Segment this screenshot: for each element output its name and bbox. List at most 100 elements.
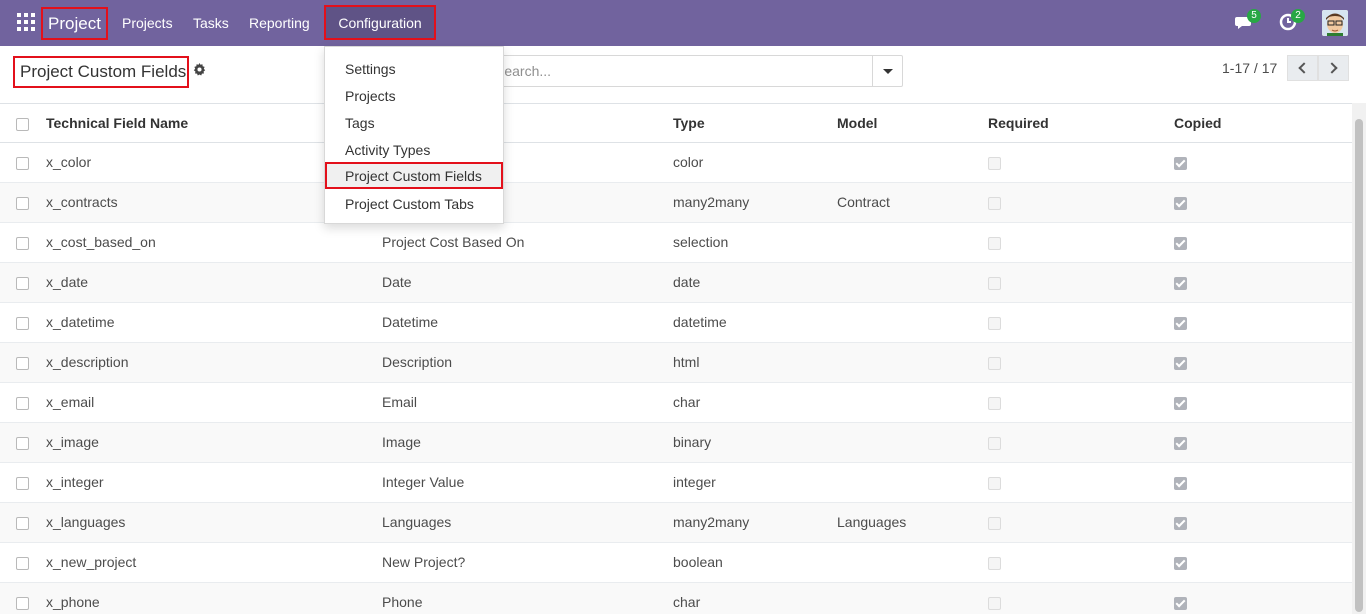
table-row[interactable]: x_phone Phone char: [0, 582, 1352, 614]
cell-type: datetime: [673, 302, 837, 343]
cell-technical-name: x_languages: [46, 502, 382, 543]
pager-previous-button[interactable]: [1287, 55, 1318, 81]
menu-tasks[interactable]: Tasks: [193, 0, 229, 46]
cell-label: Date: [382, 262, 673, 303]
table-row[interactable]: x_date Date date: [0, 262, 1352, 303]
cell-required: [988, 182, 1174, 223]
cell-required: [988, 342, 1174, 383]
cell-model: [837, 262, 988, 303]
row-select-checkbox[interactable]: [16, 396, 29, 410]
copied-checkbox: [1174, 476, 1187, 490]
row-select-cell: [0, 542, 46, 583]
column-required[interactable]: Required: [988, 104, 1174, 143]
cell-technical-name: x_email: [46, 382, 382, 423]
column-type[interactable]: Type: [673, 104, 837, 143]
cell-technical-name: x_new_project: [46, 542, 382, 583]
scrollbar-thumb[interactable]: [1355, 119, 1363, 612]
table-row[interactable]: x_description Description html: [0, 342, 1352, 383]
copied-checkbox: [1174, 556, 1187, 570]
cell-required: [988, 382, 1174, 423]
apps-menu-icon[interactable]: [17, 13, 35, 31]
search-options-toggle[interactable]: [872, 56, 902, 86]
row-select-checkbox[interactable]: [16, 356, 29, 370]
cell-type: date: [673, 262, 837, 303]
required-checkbox: [988, 396, 1001, 410]
menu-configuration[interactable]: Configuration: [324, 5, 436, 40]
copied-checkbox: [1174, 356, 1187, 370]
messages-icon[interactable]: 5: [1235, 9, 1261, 32]
copied-checkbox: [1174, 596, 1187, 610]
required-checkbox: [988, 276, 1001, 290]
table-row[interactable]: x_color color: [0, 142, 1352, 183]
row-select-cell: [0, 462, 46, 503]
app-brand[interactable]: Project: [41, 7, 108, 40]
row-select-cell: [0, 582, 46, 614]
table-row[interactable]: x_datetime Datetime datetime: [0, 302, 1352, 343]
cell-technical-name: x_description: [46, 342, 382, 383]
cell-model: [837, 342, 988, 383]
cell-label: Image: [382, 422, 673, 463]
gear-icon[interactable]: [193, 63, 206, 76]
cell-model: [837, 302, 988, 343]
cell-copied: [1174, 542, 1352, 583]
user-avatar[interactable]: [1322, 10, 1348, 36]
cell-technical-name: x_date: [46, 262, 382, 303]
table-row[interactable]: x_email Email char: [0, 382, 1352, 423]
config-menu-projects[interactable]: Projects: [325, 82, 503, 109]
column-model[interactable]: Model: [837, 104, 988, 143]
cell-copied: [1174, 222, 1352, 263]
row-select-cell: [0, 142, 46, 183]
caret-down-icon: [882, 68, 893, 74]
config-menu-activity-types[interactable]: Activity Types: [325, 136, 503, 163]
cell-label: Datetime: [382, 302, 673, 343]
row-select-checkbox[interactable]: [16, 556, 29, 570]
cell-model: [837, 382, 988, 423]
cell-technical-name: x_image: [46, 422, 382, 463]
required-checkbox: [988, 516, 1001, 530]
row-select-checkbox[interactable]: [16, 276, 29, 290]
cell-required: [988, 502, 1174, 543]
row-select-checkbox[interactable]: [16, 196, 29, 210]
row-select-checkbox[interactable]: [16, 516, 29, 530]
required-checkbox: [988, 556, 1001, 570]
cell-copied: [1174, 382, 1352, 423]
config-menu-project-custom-fields[interactable]: Project Custom Fields: [325, 162, 503, 189]
required-checkbox: [988, 156, 1001, 170]
cell-type: many2many: [673, 182, 837, 223]
vertical-scrollbar[interactable]: [1352, 103, 1366, 614]
pager-next-button[interactable]: [1318, 55, 1349, 81]
pager-value[interactable]: 1-17 / 17: [1222, 60, 1277, 76]
table-row[interactable]: x_integer Integer Value integer: [0, 462, 1352, 503]
config-menu-tags[interactable]: Tags: [325, 109, 503, 136]
cell-type: char: [673, 382, 837, 423]
cell-label: New Project?: [382, 542, 673, 583]
row-select-checkbox[interactable]: [16, 236, 29, 250]
menu-reporting[interactable]: Reporting: [249, 0, 310, 46]
row-select-checkbox[interactable]: [16, 156, 29, 170]
required-checkbox: [988, 476, 1001, 490]
table-row[interactable]: x_languages Languages many2many Languages: [0, 502, 1352, 543]
menu-projects[interactable]: Projects: [122, 0, 173, 46]
config-menu-project-custom-tabs[interactable]: Project Custom Tabs: [325, 190, 503, 217]
select-all-checkbox[interactable]: [16, 117, 29, 131]
cell-model: Languages: [837, 502, 988, 543]
breadcrumb: Project Custom Fields: [13, 56, 189, 88]
cell-model: [837, 542, 988, 583]
activities-icon[interactable]: 2: [1279, 9, 1305, 32]
cell-label: Description: [382, 342, 673, 383]
cell-technical-name: x_phone: [46, 582, 382, 614]
cell-technical-name: x_datetime: [46, 302, 382, 343]
copied-checkbox: [1174, 236, 1187, 250]
table-row[interactable]: x_image Image binary: [0, 422, 1352, 463]
row-select-checkbox[interactable]: [16, 436, 29, 450]
table-row[interactable]: x_cost_based_on Project Cost Based On sele…: [0, 222, 1352, 263]
cell-type: char: [673, 582, 837, 614]
row-select-checkbox[interactable]: [16, 596, 29, 610]
row-select-checkbox[interactable]: [16, 316, 29, 330]
top-navbar: Project Projects Tasks Reporting Configu…: [0, 0, 1366, 46]
config-menu-settings[interactable]: Settings: [325, 55, 503, 82]
table-row[interactable]: x_new_project New Project? boolean: [0, 542, 1352, 583]
row-select-checkbox[interactable]: [16, 476, 29, 490]
column-copied[interactable]: Copied: [1174, 104, 1352, 143]
table-row[interactable]: x_contracts many2many Contract: [0, 182, 1352, 223]
